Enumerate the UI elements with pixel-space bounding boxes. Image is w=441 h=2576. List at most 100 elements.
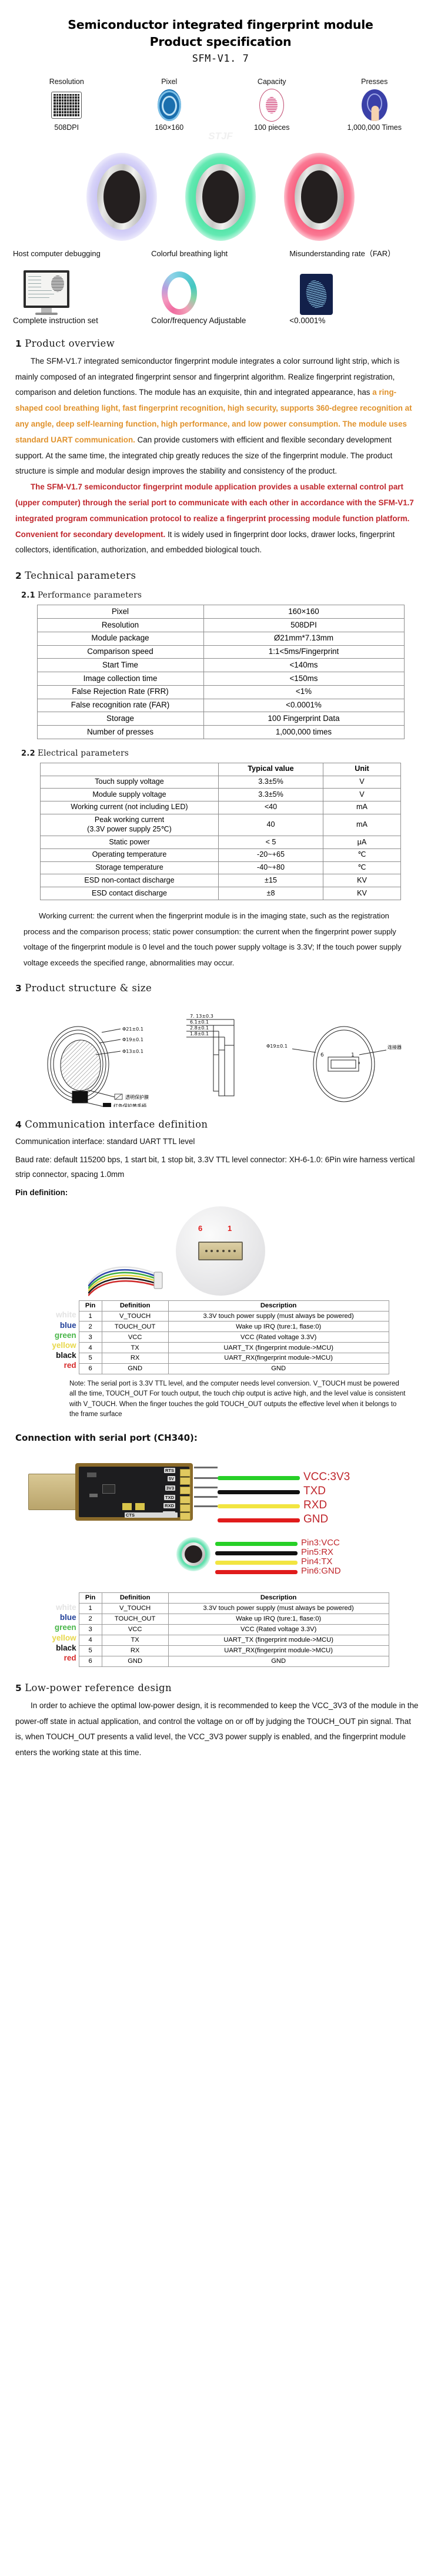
comm-interface-line: Communication interface: standard UART T… <box>15 1137 195 1146</box>
table-row: ESD non-contact discharge ±15 KV <box>40 874 401 888</box>
label-film: 透明保护膜 <box>125 1094 149 1100</box>
param-value: <1% <box>203 685 405 699</box>
dim-side-4: 1.8±0.1 <box>190 1031 209 1037</box>
pin-definition: GND <box>101 1363 169 1375</box>
param-value: <150ms <box>203 672 405 686</box>
pin-definition: V_TOUCH <box>101 1603 169 1615</box>
module-wire-gnd <box>215 1570 298 1575</box>
dim-back-1: Φ19±0.1 <box>266 1044 288 1049</box>
section-heading-1: 1 Product overview <box>0 338 441 349</box>
param-name: Resolution <box>36 618 204 632</box>
param-name: Touch supply voltage <box>40 775 219 789</box>
table-row: 1 V_TOUCH 3.3V touch power supply (must al… <box>78 1310 389 1322</box>
section-number: 4 <box>15 1119 22 1131</box>
table-header-row: Pin Definition Description <box>78 1300 389 1312</box>
section-number: 2.2 <box>21 749 35 758</box>
wire-txd <box>218 1490 300 1495</box>
pin-definition: VCC <box>101 1624 169 1635</box>
param-typical: <40 <box>218 800 323 814</box>
param-typical: < 5 <box>218 836 323 849</box>
pin-pin: 6 <box>78 1363 102 1375</box>
table-row: Working current (not including LED) <40 mA <box>40 800 401 814</box>
overview-text-a: The SFM-V1.7 integrated semiconductor fi… <box>15 356 400 397</box>
table-header-row: Pin Definition Description <box>78 1592 389 1604</box>
section-number: 2.1 <box>21 591 35 601</box>
section-title: Technical parameters <box>25 570 136 582</box>
param-unit: ℃ <box>323 861 401 875</box>
param-name: Peak working current (3.3V power supply 2… <box>40 813 219 837</box>
pin-description: VCC (Rated voltage 3.3V) <box>168 1331 389 1343</box>
param-name: Static power <box>40 836 219 849</box>
connector-pin6-label: 6 <box>198 1223 203 1233</box>
watermark: STJF <box>208 130 233 142</box>
wire-color-green: green <box>54 1623 76 1632</box>
param-name: Image collection time <box>36 672 204 686</box>
pin-definition: TOUCH_OUT <box>101 1614 169 1625</box>
table-row: Touch supply voltage 3.3±5% V <box>40 775 401 789</box>
table-row: 2 TOUCH_OUT Wake up IRQ (ture:1, flase:0) <box>78 1614 389 1625</box>
pin-note: Note: The serial port is 3.3V TTL level,… <box>69 1380 406 1418</box>
back-pin-6: 6 <box>320 1052 324 1058</box>
section-title: Communication interface definition <box>25 1119 208 1131</box>
table-row: 6 GND GND <box>78 1363 389 1375</box>
param-typical: 3.3±5% <box>218 788 323 801</box>
table-row: 3 VCC VCC (Rated voltage 3.3V) <box>78 1624 389 1635</box>
param-name: Module supply voltage <box>40 788 219 801</box>
param-unit: V <box>323 788 401 801</box>
section-heading-2-2: 2.2 Electrical parameters <box>0 749 441 758</box>
table-row: Static power < 5 μA <box>40 836 401 849</box>
pin-definition-table-block-1: white blue green yellow black red Pin Definiti… <box>0 1300 441 1375</box>
param-value: 1:1<5ms/Fingerprint <box>203 645 405 659</box>
electrical-table-wrap: Typical value Unit Touch supply voltage 3.… <box>0 762 441 900</box>
section-number: 5 <box>15 1682 22 1693</box>
table-row: 5 RX UART_RX(fingerprint module->MCU) <box>78 1645 389 1656</box>
pin-definition: TX <box>101 1342 169 1354</box>
pin-pin: 1 <box>78 1603 102 1615</box>
pin-pin: 5 <box>78 1353 102 1364</box>
pin-definition: RX <box>101 1645 169 1656</box>
wire-color-white: white <box>56 1310 76 1320</box>
column-header: Pin <box>78 1592 102 1604</box>
table-row: Operating temperature -20~+65 ℃ <box>40 848 401 862</box>
param-value: 1,000,000 times <box>203 725 405 739</box>
wire-label-vcc: VCC:3V3 <box>303 1471 350 1484</box>
module-wire-tx <box>215 1561 298 1565</box>
param-typical: 40 <box>218 813 323 837</box>
feature-value: 1,000,000 Times <box>347 123 402 132</box>
feature-label: Resolution <box>49 78 84 86</box>
param-unit: V <box>323 775 401 789</box>
param-unit: mA <box>323 800 401 814</box>
table-row: 4 TX UART_TX (fingerprint module->MCU) <box>78 1342 389 1354</box>
pin-description: 3.3V touch power supply (must always be … <box>168 1310 389 1322</box>
pin-description: GND <box>168 1655 389 1667</box>
led-ring-icon <box>151 261 289 315</box>
param-unit: ℃ <box>323 848 401 862</box>
wire-color-red: red <box>64 1361 76 1370</box>
wire-vcc <box>218 1476 300 1481</box>
module-wire-label-gnd: Pin6:GND <box>301 1566 341 1577</box>
tape-swatch <box>103 1103 111 1108</box>
pin-pin: 5 <box>78 1645 102 1656</box>
feature-label: Colorful breathing light <box>151 249 228 258</box>
table-row: 1 V_TOUCH 3.3V touch power supply (must al… <box>78 1603 389 1615</box>
module-back-disc: 6 1 <box>176 1206 265 1296</box>
wire-color-red: red <box>64 1653 76 1662</box>
table-row: Start Time <140ms <box>36 658 405 673</box>
pin-definition-heading: Pin definition: <box>15 1188 68 1197</box>
pin-description: GND <box>168 1363 389 1375</box>
spec-document: Semiconductor integrated fingerprint mod… <box>0 0 441 1761</box>
section-title: Product overview <box>25 337 115 349</box>
table-row: 2 TOUCH_OUT Wake up IRQ (ture:1, flase:0) <box>78 1321 389 1333</box>
module-wire-label-rx: Pin5:RX <box>301 1547 334 1558</box>
electrical-note-text: Working current: the current when the fi… <box>24 911 402 967</box>
module-photo-small <box>176 1537 211 1572</box>
table-row: 4 TX UART_TX (fingerprint module->MCU) <box>78 1634 389 1646</box>
wire-harness-photo <box>88 1266 163 1296</box>
column-header: Unit <box>323 762 401 776</box>
table-header-row: Typical value Unit <box>40 762 401 776</box>
page-title: Semiconductor integrated fingerprint mod… <box>68 18 373 32</box>
param-value: <0.0001% <box>203 698 405 713</box>
section-heading-2-1: 2.1 Performance parameters <box>0 591 441 600</box>
wire-color-blue: blue <box>59 1613 76 1622</box>
section-number: 2 <box>15 571 22 582</box>
